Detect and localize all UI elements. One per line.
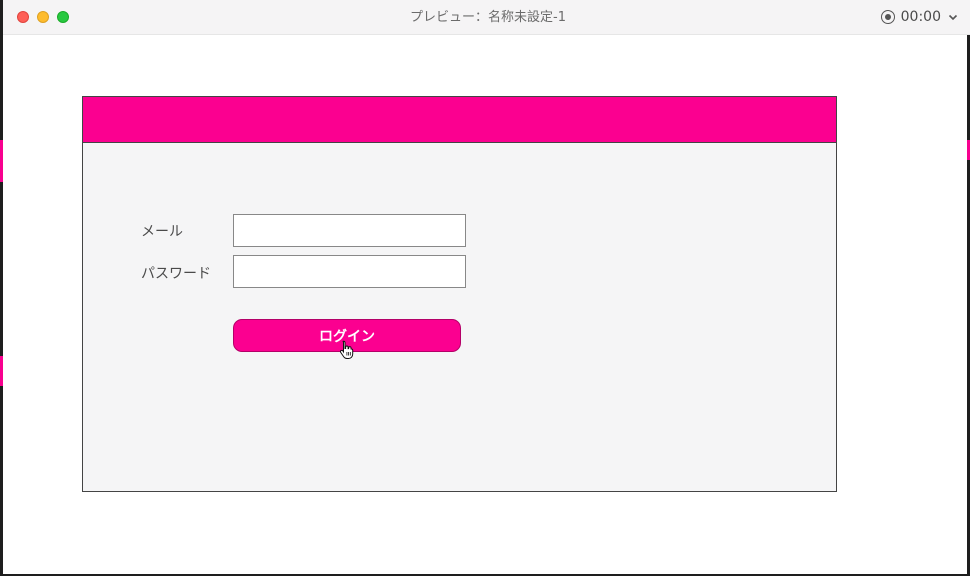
recording-timer: 00:00 (900, 9, 941, 25)
email-field[interactable] (233, 214, 466, 247)
close-window-button[interactable] (17, 11, 29, 23)
email-label: メール (141, 224, 183, 240)
panel-header-bar (83, 97, 836, 143)
title-bar: プレビュー：名称未設定-1 00:00 (3, 0, 970, 35)
pointer-hand-icon (339, 340, 354, 359)
recording-control[interactable]: 00:00 (880, 7, 959, 27)
record-icon (880, 10, 895, 24)
frame-accent-left-1 (0, 140, 3, 182)
password-label: パスワード (141, 266, 211, 282)
zoom-window-button[interactable] (57, 11, 69, 23)
login-panel: メール パスワード ログイン (82, 96, 837, 492)
password-field[interactable] (233, 255, 466, 288)
minimize-window-button[interactable] (37, 11, 49, 23)
chevron-down-icon[interactable] (947, 11, 959, 23)
preview-window: プレビュー：名称未設定-1 00:00 メール パスワード ログイン (0, 0, 970, 576)
frame-accent-left-2 (0, 356, 3, 386)
window-title: プレビュー：名称未設定-1 (410, 10, 566, 25)
